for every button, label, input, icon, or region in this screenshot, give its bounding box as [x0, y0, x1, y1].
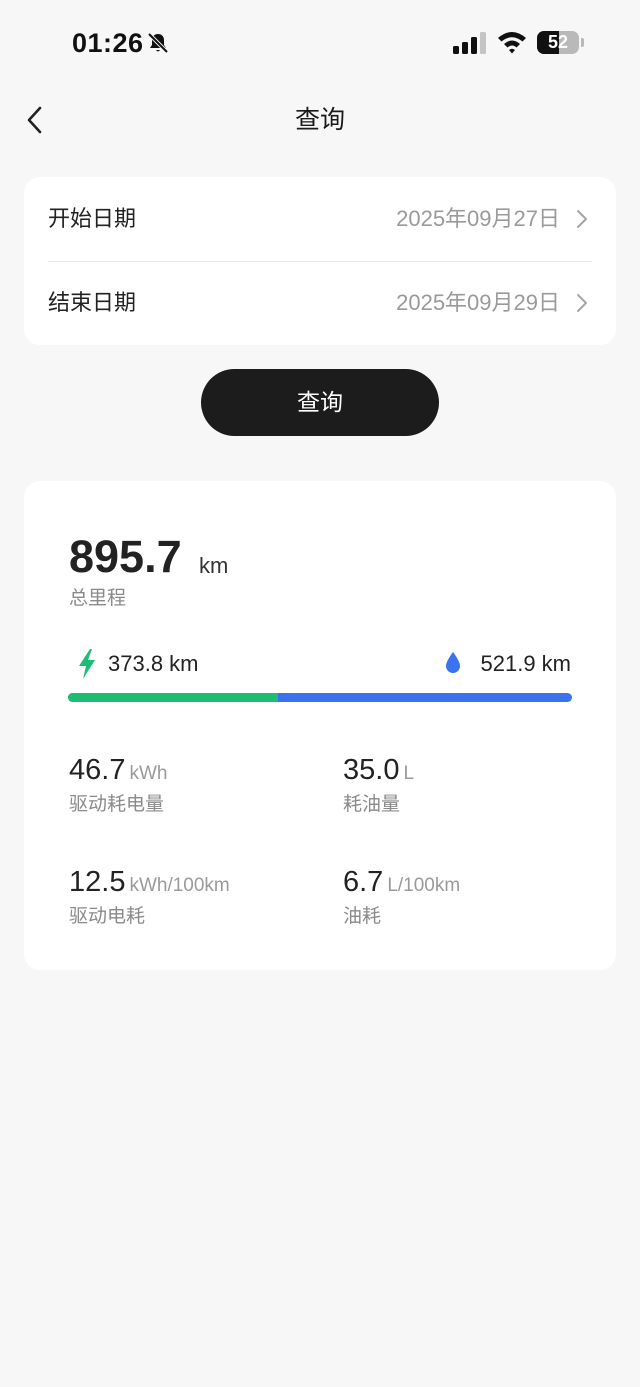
battery-cap	[581, 38, 584, 47]
metric-value: 46.7	[69, 754, 126, 786]
lightning-bolt-icon	[79, 649, 95, 679]
metric-label: 耗油量	[343, 794, 401, 815]
metric-unit: L/100km	[387, 875, 461, 896]
chevron-right-icon	[577, 294, 587, 312]
status-time: 01:26	[72, 28, 144, 58]
metric-label: 油耗	[343, 906, 382, 927]
metric-unit: kWh/100km	[129, 875, 230, 896]
metric-value: 6.7	[343, 866, 384, 898]
water-drop-icon	[446, 652, 460, 673]
bell-slash-icon	[147, 32, 169, 54]
end-date-label: 结束日期	[48, 290, 137, 315]
chevron-right-icon	[577, 210, 587, 228]
metric-value: 12.5	[69, 866, 126, 898]
end-date-row[interactable]: 结束日期 2025年09月29日	[48, 261, 592, 345]
metric-fuel-efficiency: 6.7 L/100km 油耗	[343, 866, 460, 928]
total-mileage-label: 总里程	[69, 588, 127, 609]
query-button[interactable]: 查询	[201, 369, 439, 436]
battery-icon: 52	[537, 31, 579, 54]
battery-percent: 52	[547, 32, 569, 52]
end-date-value: 2025年09月29日	[396, 290, 560, 315]
metric-energy-consumption: 46.7 kWh 驱动耗电量	[69, 754, 167, 816]
page-title: 查询	[294, 106, 345, 134]
metric-unit: L	[403, 763, 415, 784]
date-range-card: 开始日期 2025年09月27日 结束日期 2025年09月29日	[24, 177, 616, 345]
metric-value: 35.0	[343, 754, 400, 786]
mileage-ratio-bar	[68, 693, 572, 702]
status-bar: 01:26 52	[0, 0, 640, 88]
metric-label: 驱动耗电量	[69, 794, 165, 815]
wifi-icon	[498, 32, 526, 54]
metric-unit: kWh	[129, 763, 168, 784]
metric-energy-efficiency: 12.5 kWh/100km 驱动电耗	[69, 866, 230, 928]
start-date-label: 开始日期	[48, 206, 137, 231]
electric-mileage-value: 373.8 km	[108, 651, 199, 676]
metric-label: 驱动电耗	[69, 906, 146, 927]
start-date-row[interactable]: 开始日期 2025年09月27日	[48, 177, 592, 262]
summary-card: 895.7 km 总里程 373.8 km 521.9 km 46.7 kWh 驱…	[24, 481, 616, 970]
total-mileage-unit: km	[199, 553, 229, 578]
start-date-value: 2025年09月27日	[396, 206, 560, 231]
signal-icon	[453, 32, 486, 54]
total-mileage-value: 895.7	[69, 531, 182, 582]
metric-fuel-consumption: 35.0 L 耗油量	[343, 754, 414, 816]
nav-bar: 查询	[0, 92, 640, 148]
electric-ratio-fill	[68, 693, 279, 702]
fuel-mileage-value: 521.9 km	[480, 651, 572, 676]
